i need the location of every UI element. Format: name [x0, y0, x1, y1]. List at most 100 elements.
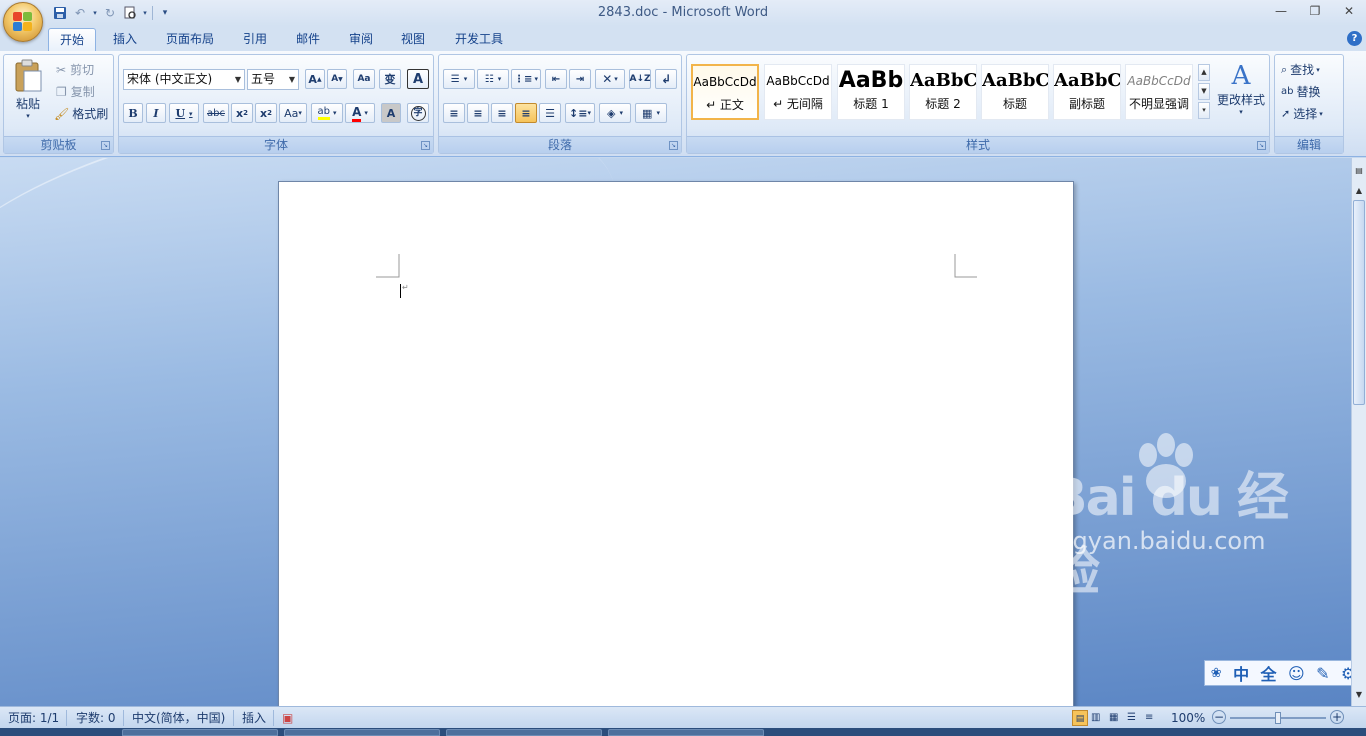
view-outline-icon[interactable]: ☰ [1127, 710, 1136, 726]
cut-button[interactable]: ✂ 剪切 [56, 61, 94, 78]
grow-font-icon[interactable]: A ▲ [305, 69, 325, 89]
format-painter-button[interactable]: 🖌 格式刷 [54, 105, 108, 122]
tab-references[interactable]: 引用 [234, 28, 276, 51]
emoji-icon[interactable]: ☺ [1288, 664, 1305, 683]
insert-mode[interactable]: 插入 [242, 710, 266, 726]
align-left-icon[interactable]: ≡ [443, 103, 465, 123]
style-subtle-emphasis[interactable]: AaBbCcDd 不明显强调 [1125, 64, 1193, 120]
enclose-characters-icon[interactable]: 字 [407, 103, 429, 123]
character-border-icon[interactable]: A [407, 69, 429, 89]
styles-more-icon[interactable]: ▾ [1198, 102, 1210, 119]
phonetic-guide-icon[interactable]: 变 [379, 69, 401, 89]
italic-icon[interactable]: I [146, 103, 166, 123]
borders-icon[interactable]: ▦ ▾ [635, 103, 667, 123]
line-spacing-icon[interactable]: ↕≡ ▾ [565, 103, 595, 123]
font-color-icon[interactable]: A ▾ [345, 103, 375, 123]
zoom-level[interactable]: 100% [1171, 710, 1205, 726]
taskbar-item[interactable] [608, 729, 764, 736]
font-launcher-icon[interactable]: ↘ [421, 141, 430, 150]
strikethrough-icon[interactable]: abc [203, 103, 229, 123]
scroll-down-icon[interactable]: ▼ [1352, 688, 1366, 702]
clipboard-group-label: 剪贴板 [4, 136, 113, 153]
view-web-layout-icon[interactable]: ▦ [1109, 710, 1118, 726]
copy-button[interactable]: ❐ 复制 [56, 83, 95, 100]
taskbar-item[interactable] [122, 729, 278, 736]
change-case-icon[interactable]: Aa ▾ [279, 103, 307, 123]
ime-chinese-mode[interactable]: 中 [1233, 661, 1249, 685]
zoom-in-icon[interactable]: + [1330, 710, 1344, 724]
word-count[interactable]: 字数: 0 [76, 710, 116, 726]
character-shading-icon[interactable]: A [381, 103, 401, 123]
help-icon[interactable]: ? [1347, 31, 1362, 46]
zoom-out-icon[interactable]: − [1212, 710, 1226, 724]
styles-scroll-up-icon[interactable]: ▲ [1198, 64, 1210, 81]
underline-icon[interactable]: U ▾ [169, 103, 199, 123]
tab-view[interactable]: 视图 [392, 28, 434, 51]
multilevel-list-icon[interactable]: ⋮≡ ▾ [511, 69, 541, 89]
close-icon[interactable]: ✕ [1332, 0, 1366, 22]
macro-record-icon[interactable]: ▣ [282, 710, 293, 726]
style-no-spacing[interactable]: AaBbCcDd ↵ 无间隔 [764, 64, 832, 120]
pencil-icon[interactable]: ✎ [1316, 664, 1329, 683]
language-indicator[interactable]: 中文(简体，中国) [132, 710, 225, 726]
bullets-icon[interactable]: ☰ ▾ [443, 69, 475, 89]
bold-icon[interactable]: B [123, 103, 143, 123]
tab-review[interactable]: 审阅 [340, 28, 382, 51]
restore-icon[interactable]: ❐ [1298, 0, 1332, 22]
style-title[interactable]: AaBbC 标题 [981, 64, 1049, 120]
font-group-label: 字体 [119, 136, 433, 153]
align-right-icon[interactable]: ≡ [491, 103, 513, 123]
style-subtitle[interactable]: AaBbC 副标题 [1053, 64, 1121, 120]
replace-button[interactable]: ab 替换 [1281, 83, 1321, 100]
style-heading-1[interactable]: AaBb 标题 1 [837, 64, 905, 120]
chinese-layout-icon[interactable]: ✕ ▾ [595, 69, 625, 89]
tab-page-layout[interactable]: 页面布局 [158, 28, 222, 51]
font-name-combo[interactable]: 宋体 (中文正文) ▼ [123, 69, 245, 90]
decrease-indent-icon[interactable]: ⇤ [545, 69, 567, 89]
align-center-icon[interactable]: ≡ [467, 103, 489, 123]
shrink-font-icon[interactable]: A ▼ [327, 69, 347, 89]
show-formatting-marks-icon[interactable]: ↲ [655, 69, 677, 89]
sort-icon[interactable]: A↓Z [629, 69, 651, 89]
tab-insert[interactable]: 插入 [104, 28, 146, 51]
numbering-icon[interactable]: ☷ ▾ [477, 69, 509, 89]
style-heading-2[interactable]: AaBbC 标题 2 [909, 64, 977, 120]
distributed-icon[interactable]: ☰ [539, 103, 561, 123]
increase-indent-icon[interactable]: ⇥ [569, 69, 591, 89]
shading-icon[interactable]: ◈ ▾ [599, 103, 631, 123]
view-draft-icon[interactable]: ≡ [1145, 710, 1153, 726]
subscript-icon[interactable]: x2 [231, 103, 253, 123]
styles-launcher-icon[interactable]: ↘ [1257, 141, 1266, 150]
select-button[interactable]: ➚ 选择 ▾ [1281, 105, 1323, 122]
document-page[interactable]: ↵ [278, 181, 1074, 706]
paragraph-launcher-icon[interactable]: ↘ [669, 141, 678, 150]
justify-icon[interactable]: ≡ [515, 103, 537, 123]
text-highlight-icon[interactable]: ab ▾ [311, 103, 343, 123]
view-full-screen-icon[interactable]: ▥ [1091, 710, 1100, 726]
paste-button[interactable]: 粘贴 ▾ [10, 59, 46, 127]
scrollbar-thumb[interactable] [1353, 200, 1365, 405]
tab-home[interactable]: 开始 [48, 28, 96, 51]
tab-developer[interactable]: 开发工具 [446, 28, 512, 51]
paw-icon[interactable]: ❀ [1211, 666, 1222, 681]
taskbar-item[interactable] [284, 729, 440, 736]
taskbar-item[interactable] [446, 729, 602, 736]
ruler-toggle-icon[interactable]: ▤ [1352, 164, 1366, 178]
vertical-scrollbar[interactable]: ▤ ▲ ▼ [1351, 158, 1366, 706]
zoom-slider-thumb[interactable] [1275, 712, 1281, 724]
find-button[interactable]: ⌕ 查找 ▾ [1281, 61, 1320, 78]
style-normal[interactable]: AaBbCcDd ↵ 正文 [691, 64, 759, 120]
styles-scroll-down-icon[interactable]: ▼ [1198, 83, 1210, 100]
page-count[interactable]: 页面: 1/1 [8, 710, 59, 726]
change-styles-button[interactable]: A 更改样式 ▾ [1215, 61, 1267, 116]
office-button[interactable] [3, 2, 43, 42]
ime-fullwidth-mode[interactable]: 全 [1261, 661, 1277, 685]
font-size-combo[interactable]: 五号 ▼ [247, 69, 299, 90]
tab-mailings[interactable]: 邮件 [287, 28, 329, 51]
minimize-icon[interactable]: — [1264, 0, 1298, 22]
view-print-layout-icon[interactable]: ▤ [1072, 710, 1088, 726]
superscript-icon[interactable]: x2 [255, 103, 277, 123]
scroll-up-icon[interactable]: ▲ [1352, 184, 1366, 198]
clear-formatting-icon[interactable]: Aa [353, 69, 375, 89]
clipboard-launcher-icon[interactable]: ↘ [101, 141, 110, 150]
